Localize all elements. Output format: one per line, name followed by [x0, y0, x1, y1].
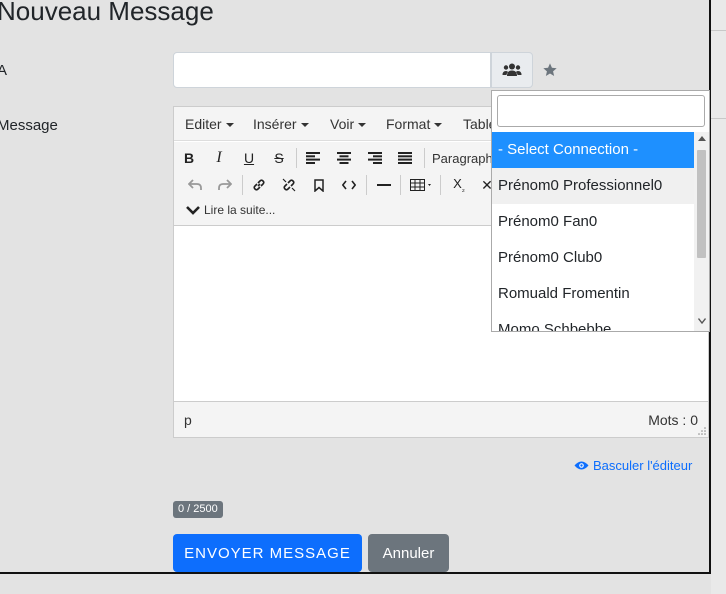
element-path[interactable]: p [184, 412, 192, 428]
align-center-button[interactable] [333, 147, 355, 169]
eye-icon [574, 461, 589, 470]
italic-icon: I [216, 149, 222, 166]
strikethrough-icon: S [274, 150, 284, 166]
insert-link-button[interactable] [248, 174, 270, 196]
align-left-button[interactable] [302, 147, 324, 169]
paragraph-format-select[interactable]: Paragraph [432, 151, 493, 166]
recipient-input[interactable] [173, 52, 491, 88]
underline-button[interactable]: U [238, 147, 260, 169]
dropdown-option[interactable]: Prénom0 Club0 [492, 240, 694, 276]
table-icon [410, 179, 431, 191]
redo-button[interactable] [214, 174, 236, 196]
align-center-icon [337, 152, 351, 164]
strikethrough-button[interactable]: S [268, 147, 290, 169]
select-connection-button[interactable] [491, 52, 533, 88]
menu-edit[interactable]: Editer [185, 116, 234, 132]
table-button[interactable] [407, 174, 437, 196]
dropdown-search-input[interactable] [497, 95, 705, 127]
page-title: Nouveau Message [0, 0, 214, 26]
message-label: Message [0, 117, 58, 134]
outer-divider [711, 118, 726, 119]
dropdown-option[interactable]: Momo Schbebbe [492, 312, 694, 331]
send-message-button[interactable]: ENVOYER MESSAGE [173, 534, 362, 572]
star-icon [543, 63, 557, 76]
dropdown-option[interactable]: Romuald Fromentin [492, 276, 694, 312]
read-more-label: Lire la suite... [204, 203, 276, 217]
bold-button[interactable]: B [178, 147, 200, 169]
connection-dropdown: - Select Connection - Prénom0 Profession… [491, 90, 710, 332]
subscript-icon: X₂ [453, 176, 465, 194]
undo-button[interactable] [184, 174, 206, 196]
dropdown-option[interactable]: Prénom0 Fan0 [492, 204, 694, 240]
align-right-button[interactable] [364, 147, 386, 169]
menu-label: Format [386, 116, 431, 132]
redo-icon [218, 179, 232, 190]
toggle-editor-link[interactable]: Basculer l'éditeur [574, 458, 692, 473]
dropdown-option[interactable]: Prénom0 Professionnel0 [492, 168, 694, 204]
source-code-button[interactable] [338, 174, 360, 196]
dropdown-options-list: - Select Connection - Prénom0 Profession… [492, 132, 694, 331]
bookmark-icon [314, 178, 324, 192]
bold-icon: B [183, 150, 195, 166]
bookmark-button[interactable] [308, 174, 330, 196]
favorite-star-button[interactable] [539, 58, 561, 82]
read-more-button[interactable]: Lire la suite... [186, 203, 275, 217]
align-right-icon [368, 152, 382, 164]
horizontal-rule-button[interactable] [373, 174, 395, 196]
users-icon [502, 63, 522, 76]
link-icon [253, 179, 265, 191]
unlink-icon [282, 178, 296, 192]
menu-insert[interactable]: Insérer [253, 116, 309, 132]
cancel-button[interactable]: Annuler [368, 534, 449, 572]
menu-view[interactable]: Voir [330, 116, 367, 132]
align-left-icon [306, 152, 320, 164]
undo-icon [188, 179, 202, 190]
outer-background [711, 0, 726, 594]
character-counter-badge: 0 / 2500 [173, 501, 223, 518]
window-border-bottom [0, 572, 711, 574]
scroll-up-icon[interactable] [698, 136, 706, 141]
code-icon [342, 180, 356, 190]
scrollbar-thumb[interactable] [697, 150, 706, 258]
remove-link-button[interactable] [278, 174, 300, 196]
chevron-down-icon [186, 206, 200, 215]
align-justify-icon [398, 152, 412, 164]
subscript-button[interactable]: X₂ [448, 174, 470, 196]
scroll-down-icon[interactable] [698, 318, 706, 324]
horizontal-rule-icon [377, 184, 391, 186]
toggle-editor-label: Basculer l'éditeur [593, 458, 693, 473]
menu-format[interactable]: Format [386, 116, 443, 132]
menu-label: Editer [185, 116, 222, 132]
align-justify-button[interactable] [394, 147, 416, 169]
to-label: A [0, 62, 8, 79]
word-count: Mots : 0 [648, 412, 698, 428]
italic-button[interactable]: I [208, 147, 230, 169]
underline-icon: U [243, 150, 255, 166]
menu-label: Insérer [253, 116, 297, 132]
resize-handle-icon[interactable] [698, 427, 706, 435]
dropdown-scrollbar[interactable] [694, 132, 709, 331]
outer-divider [711, 30, 726, 31]
dropdown-option[interactable]: - Select Connection - [492, 132, 694, 168]
editor-statusbar: p Mots : 0 [174, 401, 708, 437]
menu-label: Voir [330, 116, 355, 132]
